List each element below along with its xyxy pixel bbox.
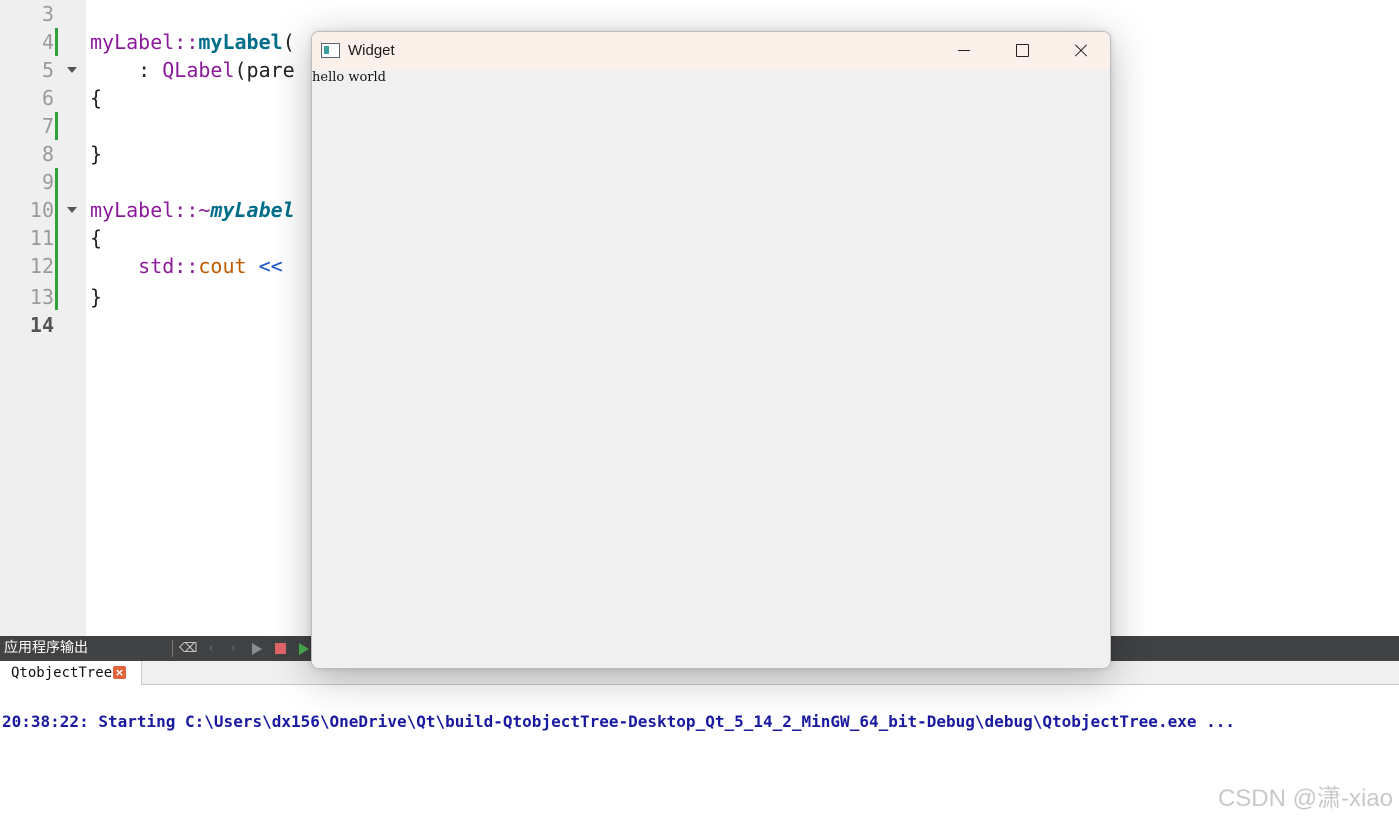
log-line: 20:38:22: Starting C:\Users\dx156\OneDri… bbox=[2, 712, 1235, 731]
watermark: CSDN @潇-xiao bbox=[1217, 785, 1393, 812]
window-titlebar[interactable]: Widget bbox=[312, 32, 1110, 70]
code-text: { bbox=[90, 226, 103, 250]
toolbar-separator bbox=[172, 640, 173, 657]
line-number: 3 bbox=[41, 2, 54, 26]
run-icon[interactable] bbox=[248, 639, 266, 658]
clean-icon[interactable]: ⌫ bbox=[179, 639, 197, 658]
hello-label: hello world bbox=[312, 70, 386, 85]
line-number: 10 bbox=[29, 198, 54, 222]
tab-qtobjecttree[interactable]: QtobjectTree × bbox=[0, 661, 142, 685]
code-line: 3 bbox=[0, 0, 1399, 28]
close-icon[interactable] bbox=[1051, 32, 1109, 70]
line-number: 11 bbox=[29, 226, 54, 250]
widget-window[interactable]: Widget hello world bbox=[311, 31, 1111, 669]
maximize-icon[interactable] bbox=[993, 32, 1051, 70]
line-number: 12 bbox=[29, 254, 54, 278]
application-output[interactable]: 20:38:22: Starting C:\Users\dx156\OneDri… bbox=[0, 686, 1399, 816]
code-text: } bbox=[90, 142, 103, 166]
window-content: hello world bbox=[312, 70, 1110, 668]
line-number: 9 bbox=[41, 170, 54, 194]
fold-arrow-icon[interactable] bbox=[66, 56, 78, 84]
line-number: 13 bbox=[29, 285, 54, 309]
stop-icon[interactable] bbox=[271, 639, 289, 658]
line-number: 7 bbox=[41, 114, 54, 138]
output-pane-title: 应用程序输出 bbox=[4, 640, 88, 656]
code-text: { bbox=[90, 86, 103, 110]
window-title: Widget bbox=[348, 42, 395, 59]
code-text: } bbox=[90, 285, 103, 309]
code-text: myLabel::myLabel( bbox=[90, 30, 295, 54]
code-text: : QLabel(pare bbox=[90, 58, 295, 82]
minimize-icon[interactable] bbox=[935, 32, 993, 70]
code-text: std::cout << bbox=[138, 254, 283, 278]
line-number: 8 bbox=[41, 142, 54, 166]
code-text: myLabel::~myLabel bbox=[90, 198, 295, 222]
line-number: 5 bbox=[41, 58, 54, 82]
prev-icon[interactable]: ‹ bbox=[202, 639, 220, 658]
close-icon[interactable]: × bbox=[113, 666, 126, 679]
tab-label: QtobjectTree bbox=[11, 665, 113, 681]
line-number: 4 bbox=[41, 30, 54, 54]
line-number-current: 14 bbox=[29, 313, 54, 337]
next-icon[interactable]: › bbox=[224, 639, 242, 658]
fold-arrow-icon[interactable] bbox=[66, 196, 78, 224]
app-window-icon bbox=[321, 43, 340, 58]
line-number: 6 bbox=[41, 86, 54, 110]
